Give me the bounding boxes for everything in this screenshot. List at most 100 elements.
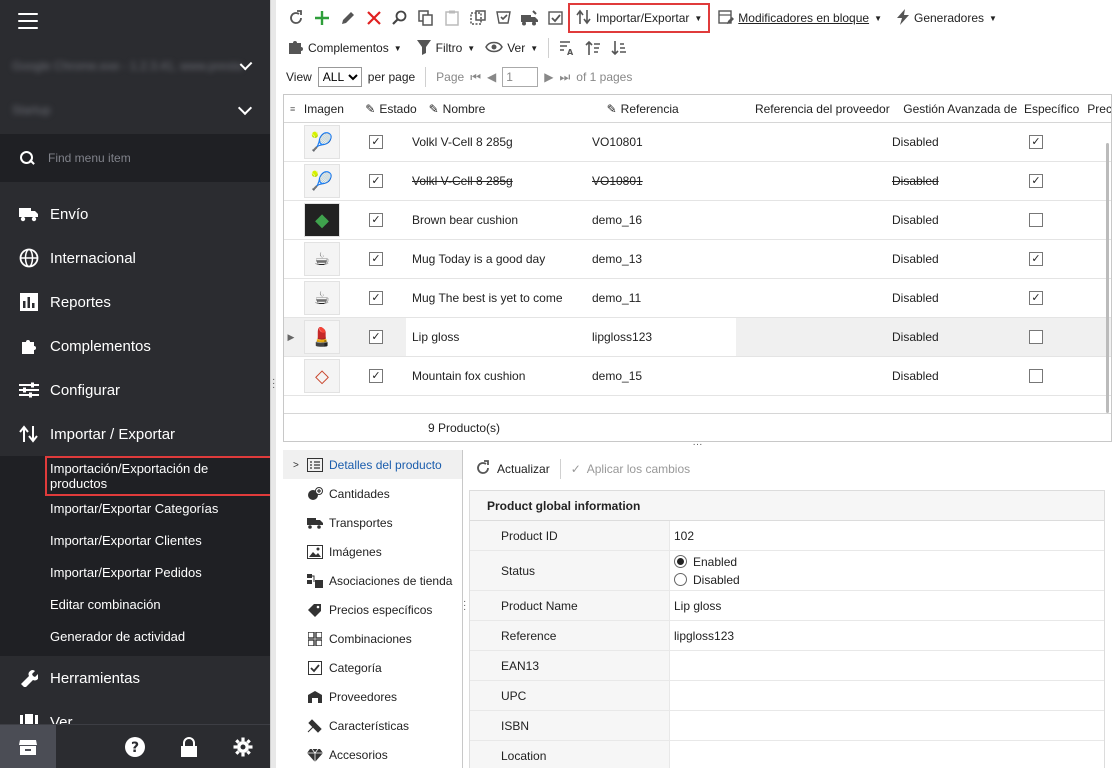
- isbn-value[interactable]: [670, 711, 1104, 740]
- tree-item-categoria[interactable]: Categoría: [283, 653, 462, 682]
- col-especifico[interactable]: Específico: [1018, 102, 1081, 116]
- import-export-button[interactable]: Importar/Exportar ▼: [567, 3, 711, 33]
- account-selector[interactable]: Google Chrome.exe - 1.2.3.41, www.presta…: [0, 42, 270, 90]
- submenu-productos[interactable]: Importación/Exportación de productos: [0, 456, 270, 496]
- next-page-icon[interactable]: ▶: [544, 70, 553, 84]
- find-icon[interactable]: [388, 5, 412, 31]
- apply-changes-button[interactable]: Aplicar los cambios: [587, 462, 690, 476]
- specific-checkbox[interactable]: [1008, 369, 1064, 383]
- specific-checkbox[interactable]: ✓: [1008, 174, 1064, 188]
- reference-value[interactable]: lipgloss123: [670, 621, 1104, 650]
- menu-search[interactable]: Find menu item: [0, 134, 270, 182]
- first-page-icon[interactable]: ⏮: [470, 70, 481, 85]
- grid-scrollbar[interactable]: [1106, 143, 1109, 413]
- status-checkbox[interactable]: ✓: [346, 330, 406, 344]
- table-row-selected[interactable]: ▶ 💄 ✓ Lip gloss lipgloss123 Disabled: [284, 318, 1111, 357]
- select-icon[interactable]: [466, 5, 490, 31]
- col-imagen[interactable]: Imagen: [298, 102, 359, 116]
- refresh-button[interactable]: Actualizar: [497, 462, 550, 476]
- col-precio[interactable]: Prec: [1081, 102, 1111, 116]
- column-menu-icon[interactable]: ≡: [284, 104, 298, 114]
- expand-arrow-icon[interactable]: >: [293, 460, 299, 471]
- status-checkbox[interactable]: ✓: [346, 174, 406, 188]
- col-nombre[interactable]: ✎ Nombre: [423, 102, 601, 116]
- prev-page-icon[interactable]: ◀: [487, 70, 496, 84]
- status-checkbox[interactable]: ✓: [346, 252, 406, 266]
- product-name-value[interactable]: Lip gloss: [670, 591, 1104, 620]
- submenu-categorias[interactable]: Importar/Exportar Categorías: [0, 492, 270, 524]
- table-row[interactable]: ◇ ✓ Mountain fox cushion demo_15 Disable…: [284, 357, 1111, 396]
- tree-item-cantidades[interactable]: Cantidades: [283, 479, 462, 508]
- submenu-clientes[interactable]: Importar/Exportar Clientes: [0, 524, 270, 556]
- nav-importar-exportar[interactable]: Importar / Exportar: [0, 412, 270, 456]
- specific-checkbox[interactable]: [1008, 330, 1064, 344]
- submenu-pedidos[interactable]: Importar/Exportar Pedidos: [0, 556, 270, 588]
- tree-item-precios[interactable]: Precios específicos: [283, 595, 462, 624]
- submenu-actividad[interactable]: Generador de actividad: [0, 620, 270, 652]
- help-icon[interactable]: ?: [108, 736, 162, 758]
- copy-icon[interactable]: [414, 5, 438, 31]
- view-count-select[interactable]: ALL: [317, 67, 362, 87]
- tree-item-asociaciones[interactable]: Asociaciones de tienda: [283, 566, 462, 595]
- table-row[interactable]: ☕ ✓ Mug Today is a good day demo_13 Disa…: [284, 240, 1111, 279]
- table-row[interactable]: ◆ ✓ Brown bear cushion demo_16 Disabled: [284, 201, 1111, 240]
- tree-item-accesorios[interactable]: Accesorios: [283, 740, 462, 768]
- add-icon[interactable]: [310, 5, 334, 31]
- page-input[interactable]: [502, 67, 539, 87]
- view-button[interactable]: Ver ▼: [481, 35, 542, 61]
- nav-internacional[interactable]: Internacional: [0, 236, 270, 280]
- gear-icon[interactable]: [216, 737, 270, 757]
- status-checkbox[interactable]: ✓: [346, 291, 406, 305]
- col-proveedor[interactable]: Referencia del proveedor: [749, 102, 897, 116]
- store-icon[interactable]: [0, 724, 56, 768]
- ean13-value[interactable]: [670, 651, 1104, 680]
- specific-checkbox[interactable]: ✓: [1008, 252, 1064, 266]
- refresh-icon[interactable]: [284, 5, 308, 31]
- truck-edit-icon[interactable]: [518, 5, 542, 31]
- col-estado[interactable]: ✎ Estado: [359, 102, 422, 116]
- generators-button[interactable]: Generadores ▼: [892, 5, 1001, 31]
- specific-checkbox[interactable]: ✓: [1008, 135, 1064, 149]
- tree-item-detalles[interactable]: Detalles del producto: [283, 450, 462, 479]
- sort-asc-icon[interactable]: [581, 35, 605, 61]
- sort-desc-icon[interactable]: [607, 35, 631, 61]
- specific-checkbox[interactable]: [1008, 213, 1064, 227]
- status-checkbox[interactable]: ✓: [346, 369, 406, 383]
- checkbox-list-icon[interactable]: [492, 5, 516, 31]
- table-row[interactable]: 🎾 ✓ Volkl V-Cell 8 285g VO10801 Disabled…: [284, 162, 1111, 201]
- bulk-modifiers-button[interactable]: Modificadores en bloque ▼: [714, 5, 886, 31]
- status-enabled-radio[interactable]: Enabled: [674, 555, 740, 569]
- table-row[interactable]: ☕ ✓ Mug The best is yet to come demo_11 …: [284, 279, 1111, 318]
- status-checkbox[interactable]: ✓: [346, 213, 406, 227]
- status-checkbox[interactable]: ✓: [346, 135, 406, 149]
- nav-complementos[interactable]: Complementos: [0, 324, 270, 368]
- approve-icon[interactable]: [544, 5, 568, 31]
- horizontal-splitter[interactable]: ···: [283, 440, 1112, 450]
- nav-envio[interactable]: Envío: [0, 192, 270, 236]
- table-row[interactable]: 🎾 ✓ Volkl V-Cell 8 285g VO10801 Disabled…: [284, 123, 1111, 162]
- upc-value[interactable]: [670, 681, 1104, 710]
- col-referencia[interactable]: ✎ Referencia: [601, 102, 749, 116]
- hamburger-menu-icon[interactable]: [18, 13, 38, 29]
- delete-icon[interactable]: [362, 5, 386, 31]
- tree-item-combinaciones[interactable]: Combinaciones: [283, 624, 462, 653]
- chevron-down-icon[interactable]: [237, 100, 253, 115]
- edit-icon[interactable]: [336, 5, 360, 31]
- specific-checkbox[interactable]: ✓: [1008, 291, 1064, 305]
- product-id-value[interactable]: 102: [670, 521, 1104, 550]
- last-page-icon[interactable]: ⏭: [559, 70, 570, 85]
- addons-button[interactable]: Complementos ▼: [284, 35, 406, 61]
- panel-splitter-grip[interactable]: · · ·: [463, 597, 466, 615]
- lock-icon[interactable]: [162, 736, 216, 757]
- shop-selector[interactable]: Startup: [0, 90, 270, 130]
- nav-reportes[interactable]: Reportes: [0, 280, 270, 324]
- paste-icon[interactable]: [440, 5, 464, 31]
- refresh-icon[interactable]: [475, 459, 491, 479]
- status-disabled-radio[interactable]: Disabled: [674, 573, 740, 587]
- nav-herramientas[interactable]: Herramientas: [0, 656, 270, 700]
- submenu-combinacion[interactable]: Editar combinación: [0, 588, 270, 620]
- location-value[interactable]: [670, 741, 1104, 768]
- col-gestion[interactable]: Gestión Avanzada de: [897, 102, 1018, 116]
- tree-item-transportes[interactable]: Transportes: [283, 508, 462, 537]
- sort-az-icon[interactable]: A: [555, 35, 579, 61]
